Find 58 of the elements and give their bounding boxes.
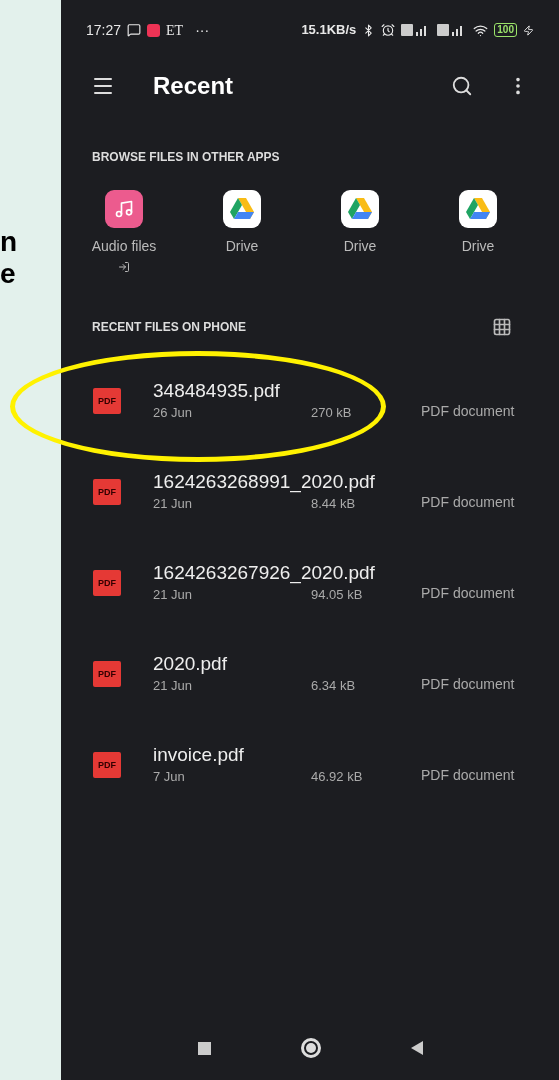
file-row[interactable]: PDF 1624263267926_2020.pdf 21 Jun 94.05 kB PDF document: [61, 537, 559, 628]
section-heading: RECENT FILES ON PHONE: [92, 319, 247, 336]
file-type: PDF document: [421, 675, 515, 694]
home-button[interactable]: [300, 1038, 321, 1058]
grid-view-icon[interactable]: [492, 317, 512, 337]
file-size: 94.05 kB: [311, 585, 363, 604]
music-note-icon: [105, 190, 143, 228]
file-name: 1624263268991_2020.pdf: [153, 469, 375, 494]
file-name: 1624263267926_2020.pdf: [153, 560, 375, 585]
file-date: 21 Jun: [153, 676, 194, 695]
recents-button[interactable]: [197, 1041, 211, 1055]
status-time: 17:27: [86, 20, 122, 40]
file-size: 46.92 kB: [311, 767, 363, 786]
file-row[interactable]: PDF 348484935.pdf 26 Jun 270 kB PDF document: [61, 355, 559, 446]
app-shortcut[interactable]: Drive: [419, 190, 537, 273]
triangle-logo-icon: [459, 190, 497, 228]
file-date: 21 Jun: [153, 585, 194, 604]
file-size: 6.34 kB: [311, 676, 356, 695]
file-row[interactable]: PDF 2020.pdf 21 Jun 6.34 kB PDF document: [61, 628, 559, 719]
pdf-file-icon: PDF: [93, 387, 121, 414]
file-date: 26 Jun: [153, 403, 194, 422]
section-heading: BROWSE FILES IN OTHER APPS: [92, 150, 280, 164]
file-name: 348484935.pdf: [153, 378, 280, 403]
pdf-file-icon: PDF: [93, 660, 121, 687]
file-type: PDF document: [421, 766, 515, 785]
message-icon: [127, 23, 142, 37]
pdf-file-icon: PDF: [93, 569, 121, 596]
file-size: 270 kB: [311, 403, 352, 422]
backdrop-text: n: [0, 226, 18, 258]
app-shortcut[interactable]: Audio files: [65, 190, 183, 273]
file-date: 21 Jun: [153, 494, 194, 513]
alarm-icon: [381, 23, 396, 37]
file-type: PDF document: [421, 402, 515, 421]
battery-level: 100: [494, 23, 517, 37]
file-type: PDF document: [421, 493, 515, 512]
file-name: invoice.pdf: [153, 742, 244, 767]
status-more: ···: [195, 20, 210, 40]
wifi-icon: [473, 22, 489, 38]
pdf-file-icon: PDF: [93, 478, 121, 505]
app-title: Recent: [153, 71, 235, 101]
file-date: 7 Jun: [153, 767, 186, 786]
app-icon: [147, 23, 161, 37]
network-speed: 15.1KB/s: [301, 21, 357, 40]
file-type: PDF document: [421, 584, 515, 603]
pdf-file-icon: PDF: [93, 751, 121, 778]
file-row[interactable]: PDF invoice.pdf 7 Jun 46.92 kB PDF document: [61, 719, 559, 810]
app-shortcut[interactable]: Drive: [301, 190, 419, 273]
app-shortcut[interactable]: Drive: [183, 190, 301, 273]
triangle-logo-icon: [223, 190, 261, 228]
triangle-logo-icon: [341, 190, 379, 228]
search-icon[interactable]: [451, 75, 473, 97]
file-name: 2020.pdf: [153, 651, 227, 676]
back-icon[interactable]: [410, 1041, 423, 1055]
file-row[interactable]: PDF 1624263268991_2020.pdf 21 Jun 8.44 kB PDF document: [61, 446, 559, 537]
charging-icon: [523, 24, 534, 36]
file-size: 8.44 kB: [311, 494, 356, 513]
backdrop-text: e: [0, 258, 16, 290]
status-carrier: ET: [166, 21, 184, 40]
